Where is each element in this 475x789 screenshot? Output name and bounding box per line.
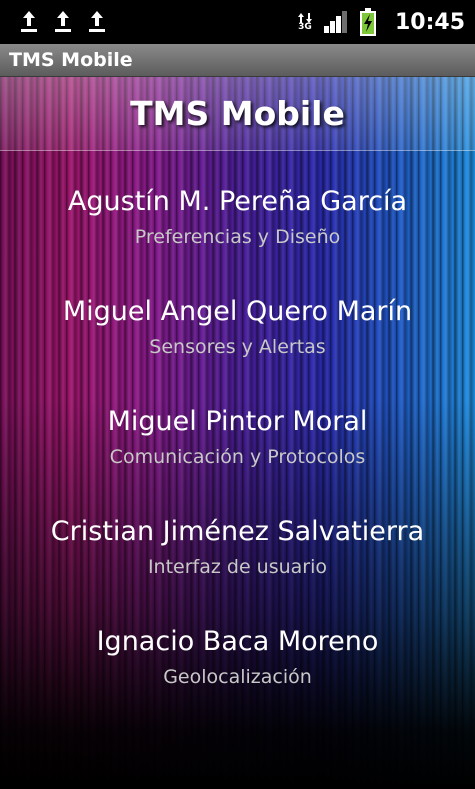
clock: 10:45 <box>394 9 465 35</box>
network-type-label: 3G <box>298 21 312 32</box>
upload-icon <box>89 11 105 32</box>
member-name: Miguel Angel Quero Marín <box>62 296 413 327</box>
member-role: Interfaz de usuario <box>147 556 328 578</box>
list-item: Cristian Jiménez Salvatierra Interfaz de… <box>0 514 475 624</box>
member-role: Sensores y Alertas <box>149 336 326 358</box>
status-bar: 3G 10:45 <box>0 0 475 44</box>
system-icons: 3G 10:45 <box>297 6 465 38</box>
team-member-list: Agustín M. Pereña García Preferencias y … <box>0 184 475 734</box>
member-role: Comunicación y Protocolos <box>109 446 366 468</box>
member-name: Cristian Jiménez Salvatierra <box>50 516 425 547</box>
app-title-bar: TMS Mobile <box>0 44 475 77</box>
page-title: TMS Mobile <box>130 94 345 133</box>
signal-strength-icon <box>323 11 347 33</box>
data-transfer-icon <box>297 12 312 23</box>
member-name: Agustín M. Pereña García <box>67 186 408 217</box>
notification-icons <box>20 9 106 33</box>
app-screen: 3G 10:45 TMS Mobile TMS Mobile Agustín M… <box>0 0 475 789</box>
app-title: TMS Mobile <box>9 49 133 71</box>
member-role: Preferencias y Diseño <box>134 226 341 248</box>
list-item: Miguel Pintor Moral Comunicación y Proto… <box>0 404 475 514</box>
battery-charging-icon <box>359 8 376 36</box>
list-item: Agustín M. Pereña García Preferencias y … <box>0 184 475 294</box>
network-type-indicator: 3G <box>297 12 313 32</box>
credits-content: TMS Mobile Agustín M. Pereña García Pref… <box>0 77 475 789</box>
member-role: Geolocalización <box>163 666 312 688</box>
upload-icon <box>55 11 71 32</box>
list-item: Miguel Angel Quero Marín Sensores y Aler… <box>0 294 475 404</box>
member-name: Miguel Pintor Moral <box>107 406 368 437</box>
list-item: Ignacio Baca Moreno Geolocalización <box>0 624 475 734</box>
member-name: Ignacio Baca Moreno <box>96 626 379 657</box>
header-band: TMS Mobile <box>0 77 475 151</box>
upload-icon <box>21 11 37 32</box>
